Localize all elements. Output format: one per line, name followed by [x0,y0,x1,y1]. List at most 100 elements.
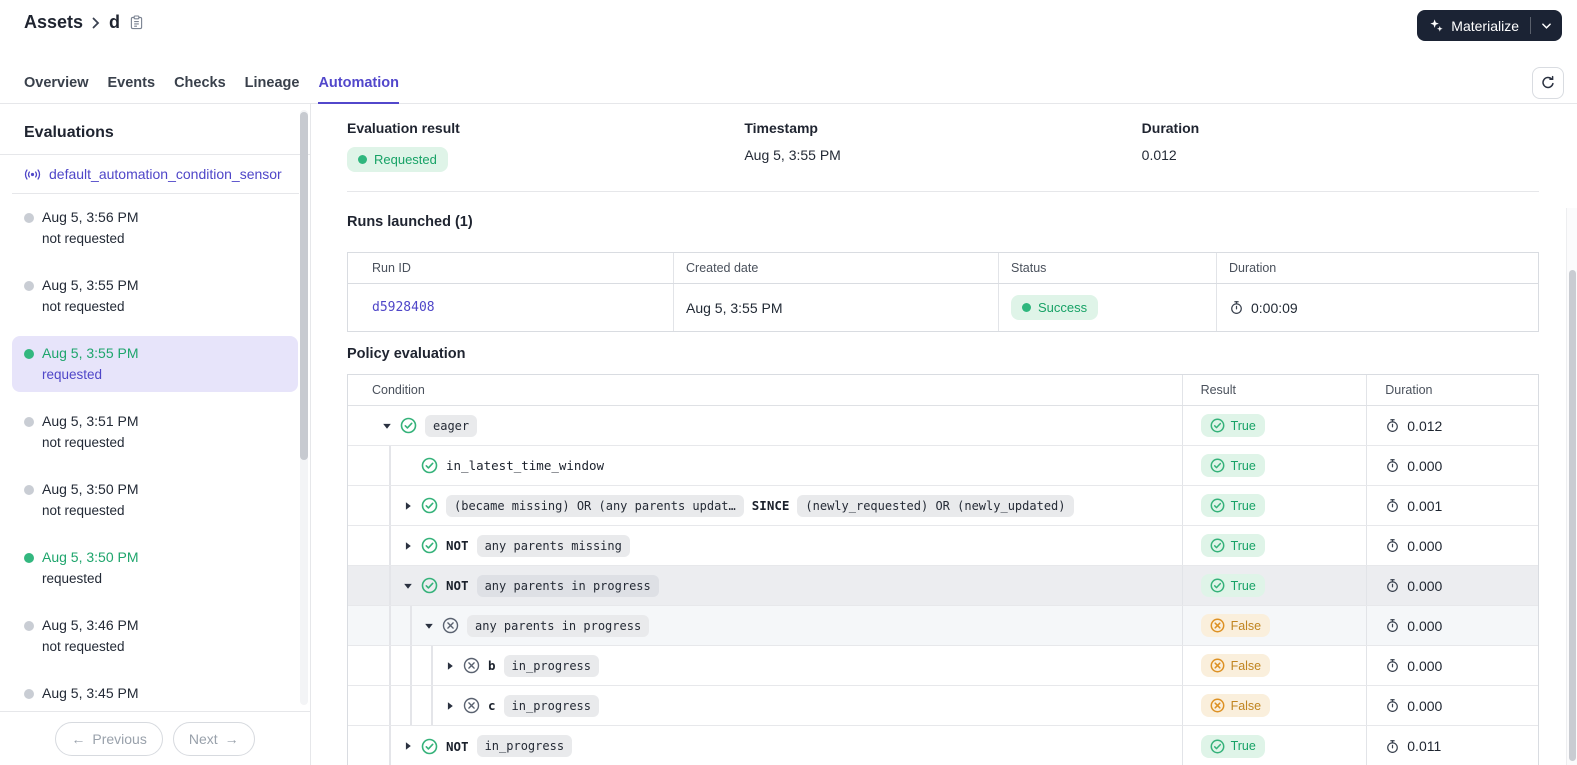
expand-caret-icon[interactable] [401,581,415,591]
copy-asset-name-icon[interactable] [130,15,143,30]
indent-guide [380,686,401,725]
condition-row[interactable]: NOT in_progress True 0.011 [348,726,1538,765]
next-button[interactable]: Next → [172,721,255,756]
materialize-split-button: Materialize [1417,10,1562,41]
sidebar-scrollbar[interactable] [300,110,308,705]
expand-caret-icon[interactable] [422,621,436,631]
condition-duration: 0.001 [1407,497,1443,514]
column-header-duration: Duration [1216,253,1538,283]
expand-caret-icon[interactable] [401,741,415,751]
condition-duration: 0.000 [1407,697,1443,714]
condition-row[interactable]: NOT any parents in progress True 0.000 [348,566,1538,606]
expand-caret-icon[interactable] [401,501,415,511]
previous-button[interactable]: ← Previous [55,721,163,756]
materialize-dropdown-button[interactable] [1531,10,1562,41]
policy-table-header: Condition Result Duration [348,375,1538,406]
condition-chip: in_progress [476,735,573,757]
arrow-right-icon: → [224,730,239,747]
condition-row[interactable]: any parents in progress False 0.000 [348,606,1538,646]
condition-expression: NOT any parents in progress [446,574,659,597]
evaluation-list-item[interactable]: Aug 5, 3:50 PM requested [12,540,298,596]
condition-result-icon [463,697,480,714]
condition-result-icon [400,417,417,434]
tab-events[interactable]: Events [108,62,156,103]
indent-guide [422,686,443,725]
result-badge: False [1200,614,1271,637]
sensor-link[interactable]: default_automation_condition_sensor [49,166,282,182]
expand-caret-icon[interactable] [443,701,457,711]
scrollbar-thumb[interactable] [1569,270,1576,761]
column-header-run-id: Run ID [372,261,411,275]
refresh-button[interactable] [1532,67,1564,99]
evaluation-time: Aug 5, 3:45 PM [42,685,139,701]
breadcrumb-assets-link[interactable]: Assets [24,12,83,33]
evaluation-list-item[interactable]: Aug 5, 3:50 PM not requested [12,472,298,528]
status-dot [24,416,34,427]
refresh-icon [1542,75,1554,89]
condition-row[interactable]: eager True 0.012 [348,406,1538,446]
condition-chip: in_progress [503,694,600,717]
sidebar-title: Evaluations [24,124,114,141]
evaluation-list-item[interactable]: Aug 5, 3:55 PM requested [12,336,298,392]
condition-row[interactable]: NOT any parents missing True 0.000 [348,526,1538,566]
scrollbar-thumb[interactable] [300,112,308,460]
evaluation-time: Aug 5, 3:46 PM [42,617,139,633]
condition-row[interactable]: (became missing) OR (any parents updat… S… [348,486,1538,526]
requested-badge: Requested [347,147,448,172]
policy-evaluation-table: Condition Result Duration eager True 0.0… [347,374,1539,765]
stopwatch-icon [1387,659,1399,673]
status-dot [24,688,34,699]
evaluation-status: not requested [42,503,125,518]
breadcrumb: Assets d [24,12,143,33]
condition-op: c [488,698,496,713]
evaluation-time: Aug 5, 3:56 PM [42,209,139,225]
evaluation-list-item[interactable]: Aug 5, 3:51 PM not requested [12,404,298,460]
breadcrumb-current-asset: d [109,12,121,32]
top-bar: Assets d Materialize [0,0,1577,62]
condition-result-icon [421,577,438,594]
indent-guide [380,446,401,485]
stopwatch-icon [1387,499,1399,513]
run-duration: 0:00:09 [1251,299,1298,316]
condition-row[interactable]: in_latest_time_window True 0.000 [348,446,1538,486]
evaluation-status: not requested [42,435,125,450]
tab-list: Overview Events Checks Lineage Automation [24,62,399,104]
indent-guide [401,686,422,725]
condition-duration: 0.000 [1407,457,1443,474]
tab-checks[interactable]: Checks [174,62,226,103]
condition-chip: (became missing) OR (any parents updat… [446,494,744,517]
expand-caret-icon[interactable] [380,421,394,431]
stopwatch-icon [1387,579,1399,593]
run-id-link[interactable]: d5928408 [372,300,435,315]
status-dot [24,212,34,223]
condition-duration: 0.000 [1407,577,1443,594]
evaluation-list-item[interactable]: Aug 5, 3:56 PM not requested [12,200,298,256]
main-scrollbar[interactable] [1566,208,1577,765]
evaluation-summary: Evaluation result Requested Timestamp Au… [347,120,1539,172]
condition-op: b [488,658,496,673]
column-header-condition: Condition [372,383,425,397]
condition-row[interactable]: b in_progress False 0.000 [348,646,1538,686]
evaluation-list-item[interactable]: Aug 5, 3:55 PM not requested [12,268,298,324]
condition-result-icon [421,537,438,554]
tab-automation[interactable]: Automation [318,62,399,104]
asset-automation-page: Assets d Materialize Overview Events Check… [0,0,1577,765]
tab-lineage[interactable]: Lineage [245,62,300,103]
tab-overview[interactable]: Overview [24,62,89,103]
policy-evaluation-title: Policy evaluation [347,346,466,362]
expand-caret-icon[interactable] [401,541,415,551]
evaluation-list-item[interactable]: Aug 5, 3:46 PM not requested [12,608,298,664]
condition-chip: any parents in progress [467,614,650,637]
materialize-button[interactable]: Materialize [1417,10,1530,41]
materialize-label: Materialize [1451,17,1519,34]
expand-caret-icon[interactable] [443,661,457,671]
stopwatch-icon [1387,699,1399,713]
condition-duration: 0.011 [1407,738,1442,754]
evaluation-list-item[interactable]: Aug 5, 3:45 PM [12,676,298,711]
runs-launched-title: Runs launched (1) [347,214,473,230]
condition-row[interactable]: c in_progress False 0.000 [348,686,1538,726]
result-badge: True [1200,454,1265,477]
stopwatch-icon [1387,459,1399,473]
condition-chip: any parents in progress [476,574,659,597]
arrow-left-icon: ← [71,730,86,747]
